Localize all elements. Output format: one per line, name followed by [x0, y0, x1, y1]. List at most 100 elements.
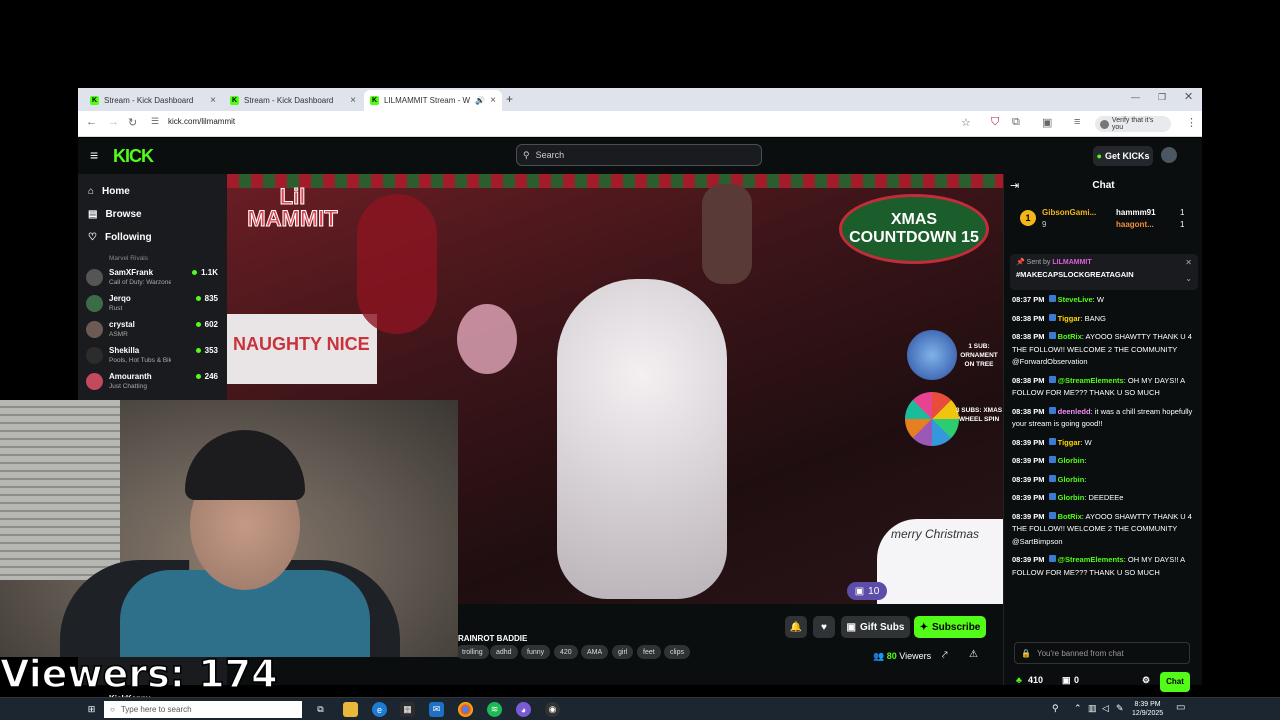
gifter-name[interactable]: haagont... — [1116, 220, 1154, 229]
forward-icon[interactable]: → — [108, 116, 119, 128]
url-field[interactable]: kick.com/lilmammit — [168, 117, 235, 126]
pinned-message[interactable]: 📌 Sent by LILMAMMIT #MAKECAPSLOCKGREATAG… — [1010, 254, 1198, 290]
followed-channel[interactable]: SamXFrank Call of Duty: Warzone 1.1K — [86, 266, 218, 290]
chat-message[interactable]: 08:37 PM SteveLive: W — [1012, 294, 1198, 307]
notifications-icon[interactable]: ▭ — [1176, 702, 1185, 713]
chat-message[interactable]: 08:39 PM Glorbin: — [1012, 474, 1198, 487]
message-user[interactable]: Glorbin — [1058, 493, 1085, 502]
browser-menu-icon[interactable]: ⋮ — [1186, 116, 1197, 129]
bookmark-star-icon[interactable]: ☆ — [961, 116, 971, 129]
tab-search-icon[interactable]: ≡ — [1074, 116, 1080, 128]
gifts-balance[interactable]: 0 — [1074, 675, 1079, 685]
tag[interactable]: trolling — [456, 645, 489, 659]
follow-button[interactable]: ♥ — [813, 616, 835, 638]
message-user[interactable]: BotRix — [1058, 332, 1082, 341]
tag[interactable]: 420 — [554, 645, 578, 659]
tag[interactable]: funny — [521, 645, 551, 659]
chat-input[interactable]: 🔒 You're banned from chat — [1014, 642, 1190, 664]
hamburger-menu-icon[interactable]: ≡ — [90, 147, 98, 163]
kick-logo[interactable]: KICK — [113, 146, 154, 167]
extensions-icon[interactable]: ⧉ — [1012, 116, 1020, 129]
chat-message[interactable]: 08:39 PM Tiggar: W — [1012, 437, 1198, 450]
tab-kick-dashboard-2[interactable]: K Stream - Kick Dashboard × — [224, 90, 362, 111]
channel-partial[interactable]: Marvel Rivals — [109, 255, 148, 262]
back-icon[interactable]: ← — [86, 116, 97, 128]
close-tab-icon[interactable]: × — [350, 95, 356, 106]
tag[interactable]: girl — [612, 645, 634, 659]
gifter-name[interactable]: GibsonGami... — [1042, 208, 1096, 217]
tag[interactable]: AMA — [581, 645, 609, 659]
taskbar-search-input[interactable]: ○ Type here to search — [104, 701, 302, 718]
get-kicks-button[interactable]: ● Get KICKs — [1093, 146, 1153, 166]
chat-message[interactable]: 08:39 PM @StreamElements: OH MY DAYS!! A… — [1012, 554, 1198, 579]
message-user[interactable]: Tiggar — [1058, 438, 1081, 447]
chat-message[interactable]: 08:39 PM BotRix: AYOOO SHAWTTY THANK U 4… — [1012, 511, 1198, 549]
people-icon[interactable]: ⚲ — [1052, 703, 1059, 714]
screenshot-icon[interactable]: ▣ — [1042, 116, 1052, 129]
store-icon[interactable]: ▦ — [400, 702, 415, 717]
windows-start-icon[interactable]: ⊞ — [84, 702, 99, 717]
close-tab-icon[interactable]: × — [490, 95, 496, 106]
volume-icon[interactable]: ◁ — [1102, 703, 1109, 714]
tray-chevron-icon[interactable]: ⌃ — [1074, 703, 1082, 714]
close-window-icon[interactable]: ✕ — [1184, 90, 1193, 103]
chevron-down-icon[interactable]: ⌄ — [1185, 274, 1192, 283]
chat-message[interactable]: 08:39 PM Glorbin: DEEDEEe — [1012, 492, 1198, 505]
network-icon[interactable]: ▥ — [1088, 703, 1097, 714]
subscribe-button[interactable]: ✦ Subscribe — [914, 616, 986, 638]
followed-channel[interactable]: Jerqo Rust 835 — [86, 292, 218, 316]
pen-icon[interactable]: ✎ — [1116, 703, 1124, 714]
spotify-icon[interactable]: ≋ — [487, 702, 502, 717]
tag[interactable]: adhd — [490, 645, 518, 659]
extension-shield-icon[interactable]: ⛉ — [991, 116, 999, 129]
mail-icon[interactable]: ✉ — [429, 702, 444, 717]
chrome-icon[interactable] — [458, 702, 473, 717]
nav-following[interactable]: ♡ Following — [88, 232, 152, 243]
maximize-icon[interactable]: ❐ — [1158, 92, 1166, 103]
chat-message[interactable]: 08:38 PM deenledd: it was a chill stream… — [1012, 406, 1198, 431]
nav-browse[interactable]: ▤ Browse — [88, 209, 142, 220]
message-user[interactable]: @StreamElements — [1058, 555, 1124, 564]
obs-icon[interactable]: ◉ — [545, 702, 560, 717]
message-user[interactable]: @StreamElements — [1058, 376, 1124, 385]
chat-message[interactable]: 08:39 PM Glorbin: — [1012, 455, 1198, 468]
tab-lilmammit-stream[interactable]: K LILMAMMIT Stream - Watc 🔊 × — [364, 90, 502, 111]
verify-identity-button[interactable]: Verify that it's you — [1095, 116, 1171, 132]
send-chat-button[interactable]: Chat — [1160, 672, 1190, 692]
minimize-icon[interactable]: — — [1131, 92, 1140, 102]
kicks-balance[interactable]: 410 — [1028, 675, 1043, 685]
chat-message[interactable]: 08:38 PM BotRix: AYOOO SHAWTTY THANK U 4… — [1012, 331, 1198, 369]
message-user[interactable]: SteveLive — [1058, 295, 1093, 304]
share-icon[interactable]: ⤤ — [942, 650, 948, 661]
message-user[interactable]: BotRix — [1058, 512, 1082, 521]
followed-channel[interactable]: crystal ASMR 602 — [86, 318, 218, 342]
tag[interactable]: feet — [637, 645, 661, 659]
gift-subs-button[interactable]: ▣ Gift Subs — [841, 616, 910, 638]
new-tab-icon[interactable]: + — [506, 92, 513, 106]
tag[interactable]: clips — [664, 645, 691, 659]
nav-home[interactable]: ⌂ Home — [88, 186, 130, 197]
message-user[interactable]: deenledd — [1058, 407, 1091, 416]
task-view-icon[interactable]: ⧉ — [313, 702, 328, 717]
search-input[interactable]: ⚲ Search — [516, 144, 762, 166]
system-clock[interactable]: 8:39 PM 12/9/2025 — [1132, 700, 1163, 718]
site-info-icon[interactable]: ☰ — [151, 116, 159, 127]
message-user[interactable]: Tiggar — [1058, 314, 1081, 323]
message-user[interactable]: Glorbin — [1058, 456, 1085, 465]
user-avatar[interactable] — [1161, 147, 1177, 163]
discord-icon[interactable]: ◕ — [516, 702, 531, 717]
gifter-name[interactable]: hammm91 — [1116, 208, 1156, 217]
tab-kick-dashboard-1[interactable]: K Stream - Kick Dashboard × — [84, 90, 222, 111]
reload-icon[interactable]: ↻ — [128, 116, 137, 129]
file-explorer-icon[interactable] — [343, 702, 358, 717]
close-tab-icon[interactable]: × — [210, 95, 216, 106]
chat-message[interactable]: 08:38 PM Tiggar: BANG — [1012, 313, 1198, 326]
audio-icon[interactable]: 🔊 — [475, 96, 485, 105]
chat-settings-icon[interactable]: ⚙ — [1142, 675, 1150, 686]
chat-message[interactable]: 08:38 PM @StreamElements: OH MY DAYS!! A… — [1012, 375, 1198, 400]
edge-icon[interactable]: e — [372, 702, 387, 717]
unpin-icon[interactable]: ✕ — [1185, 258, 1192, 267]
message-user[interactable]: Glorbin — [1058, 475, 1085, 484]
followed-channel[interactable]: Amouranth Just Chatting 246 — [86, 370, 218, 394]
report-icon[interactable]: ⚠ — [969, 649, 978, 660]
